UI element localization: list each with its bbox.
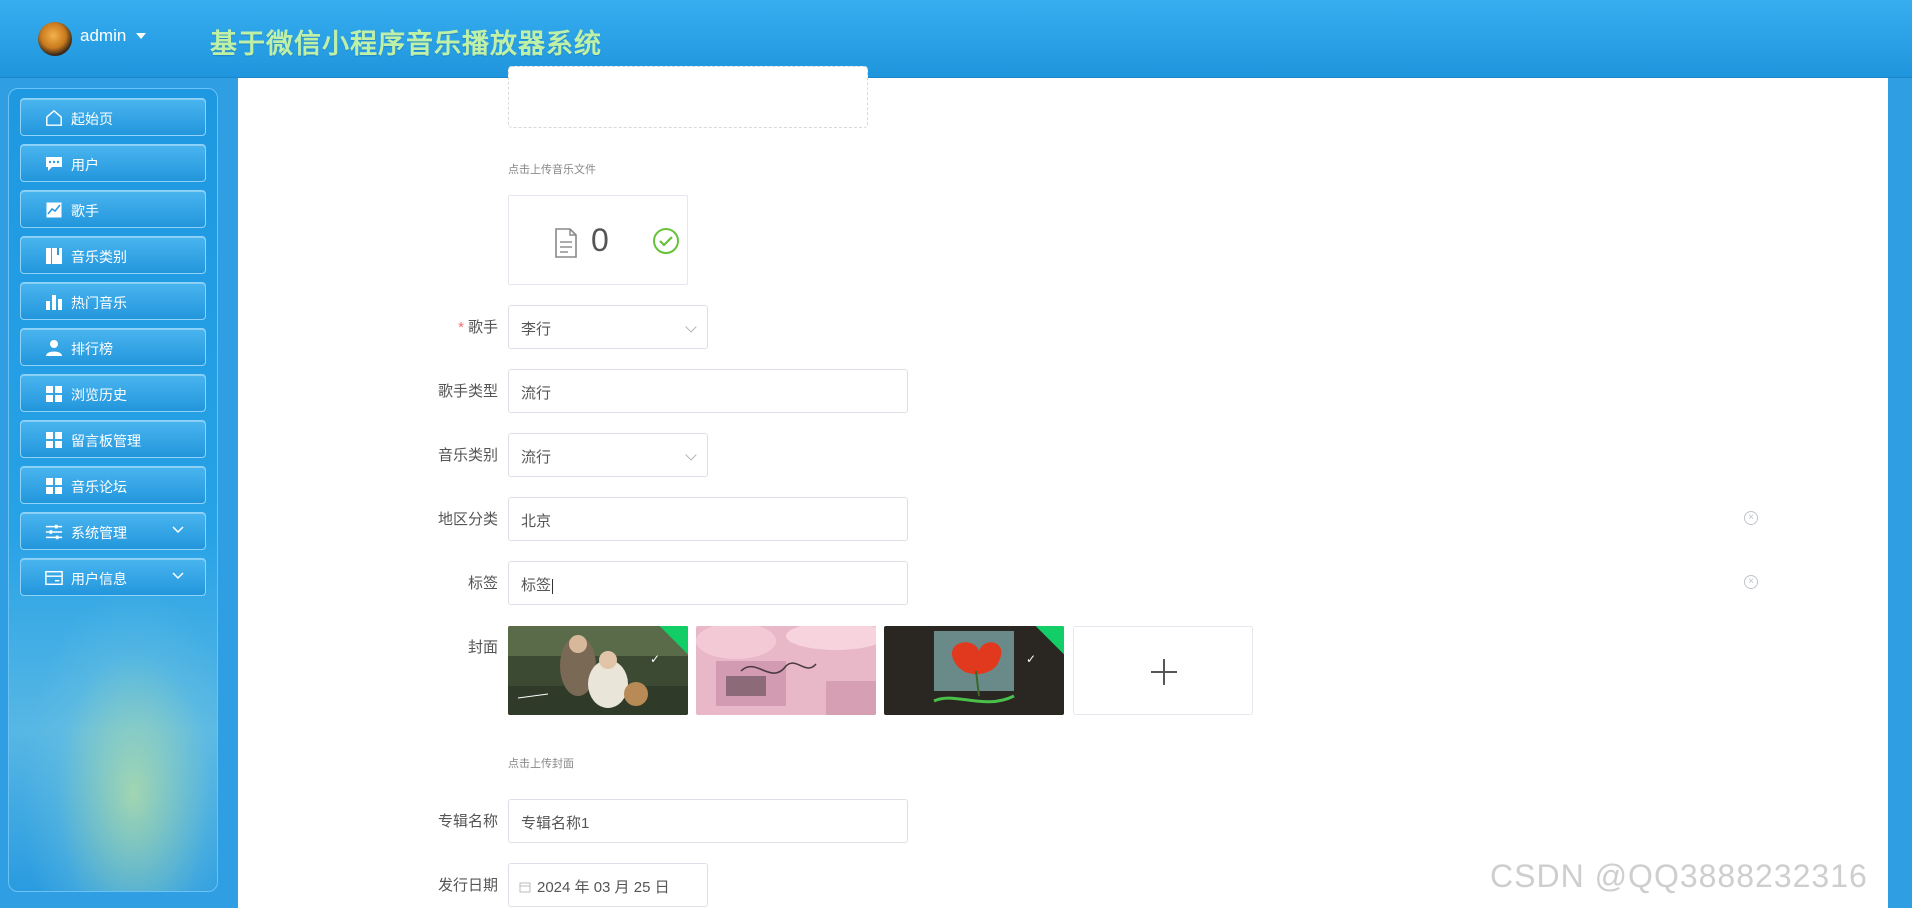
cover-image-3 — [884, 626, 1064, 715]
sidebar-item-system-management[interactable]: 系统管理 — [20, 512, 206, 550]
card-icon — [45, 569, 63, 587]
check-icon: ✓ — [1025, 652, 1036, 666]
check-circle-icon — [652, 227, 680, 260]
clear-icon[interactable]: × — [1744, 511, 1758, 525]
sidebar-item-label: 音乐类别 — [71, 249, 127, 265]
chat-icon — [45, 155, 63, 173]
tags-input[interactable]: 标签 — [508, 561, 908, 605]
singer-type-value: 流行 — [521, 385, 552, 402]
caret-down-icon[interactable] — [136, 33, 146, 39]
release-date-label: 发行日期 — [437, 877, 498, 894]
grid-icon — [45, 385, 63, 403]
sidebar-item-label: 起始页 — [71, 111, 113, 127]
sidebar-item-label: 用户 — [71, 157, 99, 173]
uploaded-file-card[interactable]: 0 — [508, 195, 688, 285]
avatar[interactable] — [38, 22, 72, 56]
sliders-icon — [45, 523, 63, 541]
file-count: 0 — [591, 222, 609, 258]
user-icon — [45, 339, 63, 357]
chevron-down-icon — [685, 321, 697, 333]
app-title: 基于微信小程序音乐播放器系统 — [210, 29, 602, 59]
cover-thumbnail[interactable]: ✓ — [508, 626, 688, 715]
text-cursor — [552, 578, 554, 594]
sidebar-item-label: 排行榜 — [71, 341, 113, 357]
sidebar-item-forum[interactable]: 音乐论坛 — [20, 466, 206, 504]
sidebar-item-singer[interactable]: 歌手 — [20, 190, 206, 228]
chevron-down-icon — [171, 523, 185, 537]
check-icon: ✓ — [649, 652, 660, 666]
plus-icon — [1150, 658, 1178, 691]
singer-value: 李行 — [521, 321, 552, 338]
singer-label: * 歌手 — [458, 319, 498, 336]
chevron-down-icon — [685, 449, 697, 461]
singer-select[interactable]: 李行 — [508, 305, 708, 349]
sidebar-item-hot-music[interactable]: 热门音乐 — [20, 282, 206, 320]
chevron-down-icon — [171, 569, 185, 583]
cover-thumbnail[interactable] — [696, 626, 876, 715]
watermark: CSDN @QQ3888232316 — [1490, 858, 1868, 894]
sidebar-item-label: 用户信息 — [71, 571, 127, 587]
tags-value: 标签 — [521, 577, 552, 594]
tags-label: 标签 — [467, 575, 498, 592]
cover-upload-hint: 点击上传封面 — [508, 758, 574, 770]
cover-thumbnail[interactable]: ✓ — [884, 626, 1064, 715]
document-icon — [554, 228, 578, 263]
music-category-label: 音乐类别 — [437, 447, 498, 464]
singer-type-label: 歌手类型 — [437, 383, 498, 400]
grid-icon — [45, 477, 63, 495]
region-value: 北京 — [521, 513, 552, 530]
bar-chart-icon — [45, 293, 63, 311]
sidebar-item-label: 歌手 — [71, 203, 99, 219]
sidebar-item-ranking[interactable]: 排行榜 — [20, 328, 206, 366]
sidebar-item-label: 热门音乐 — [71, 295, 127, 311]
region-input[interactable]: 北京 — [508, 497, 908, 541]
singer-type-input[interactable]: 流行 — [508, 369, 908, 413]
sidebar-item-label: 系统管理 — [71, 525, 127, 541]
cover-image-2 — [696, 626, 876, 715]
sidebar-item-music-category[interactable]: 音乐类别 — [20, 236, 206, 274]
home-icon — [45, 109, 63, 127]
sidebar-item-label: 留言板管理 — [71, 433, 141, 449]
chart-line-icon — [45, 201, 63, 219]
top-header: admin 基于微信小程序音乐播放器系统 — [0, 0, 1912, 78]
album-input[interactable]: 专辑名称1 — [508, 799, 908, 843]
clear-icon[interactable]: × — [1744, 575, 1758, 589]
sidebar-item-user-info[interactable]: 用户信息 — [20, 558, 206, 596]
grid-icon — [45, 431, 63, 449]
calendar-icon — [519, 880, 531, 897]
sidebar-item-home[interactable]: 起始页 — [20, 98, 206, 136]
sidebar-item-label: 音乐论坛 — [71, 479, 127, 495]
cover-label: 封面 — [467, 639, 498, 656]
sidebar-item-user[interactable]: 用户 — [20, 144, 206, 182]
music-upload-hint: 点击上传音乐文件 — [508, 164, 596, 176]
music-category-value: 流行 — [521, 449, 552, 466]
user-name[interactable]: admin — [80, 26, 126, 46]
music-upload-dropzone[interactable] — [508, 66, 868, 128]
sidebar-item-history[interactable]: 浏览历史 — [20, 374, 206, 412]
cover-image-1 — [508, 626, 688, 715]
album-value: 专辑名称1 — [521, 815, 590, 832]
region-label: 地区分类 — [437, 511, 498, 528]
book-icon — [45, 247, 63, 265]
main-panel — [238, 78, 1888, 908]
music-category-select[interactable]: 流行 — [508, 433, 708, 477]
album-label: 专辑名称 — [437, 813, 498, 830]
right-strip — [1888, 78, 1912, 908]
add-cover-button[interactable] — [1073, 626, 1253, 715]
release-date-value: 2024 年 03 月 25 日 — [537, 879, 670, 896]
sidebar: 起始页 用户 歌手 音乐类别 热门音乐 排行榜 浏览历史 留言板管理 音乐论坛 … — [8, 88, 218, 892]
release-date-picker[interactable]: 2024 年 03 月 25 日 — [508, 863, 708, 907]
sidebar-item-message-board[interactable]: 留言板管理 — [20, 420, 206, 458]
sidebar-item-label: 浏览历史 — [71, 387, 127, 403]
